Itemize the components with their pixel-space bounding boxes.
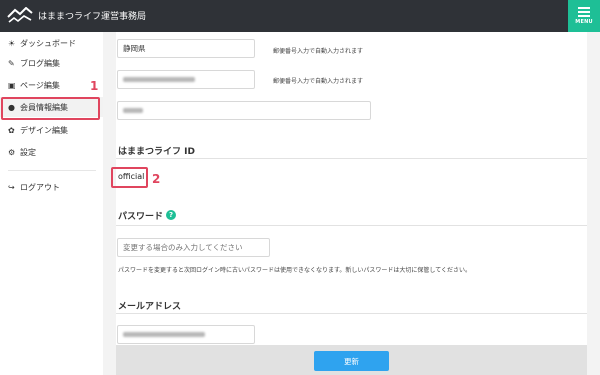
address-autofill-note: 郵便番号入力で自動入力されます bbox=[273, 78, 364, 85]
sidebar-item-label: ダッシュボード bbox=[20, 38, 76, 48]
address-field[interactable] bbox=[117, 101, 371, 120]
pencil-icon: ✎ bbox=[8, 58, 15, 68]
help-icon[interactable]: ? bbox=[166, 210, 176, 220]
redacted-value bbox=[123, 77, 195, 82]
password-input[interactable] bbox=[117, 238, 270, 257]
sidebar: ☀ ダッシュボード ✎ ブログ編集 ▣ ページ編集 ● 会員情報編集 ✿ デザイ… bbox=[0, 32, 103, 375]
sidebar-item-pages[interactable]: ▣ ページ編集 bbox=[0, 75, 103, 95]
top-bar: はままつライフ運営事務局 MENU bbox=[0, 0, 600, 32]
annotation-number-1: 1 bbox=[90, 79, 99, 93]
logout-icon: ↪ bbox=[8, 182, 15, 192]
form-panel: 静岡県 郵便番号入力で自動入力されます 郵便番号入力で自動入力されます はままつ… bbox=[116, 32, 587, 375]
menu-button[interactable]: MENU bbox=[568, 0, 600, 32]
sidebar-item-logout[interactable]: ↪ ログアウト bbox=[0, 177, 103, 197]
sidebar-item-blog[interactable]: ✎ ブログ編集 bbox=[0, 53, 103, 73]
sidebar-item-settings[interactable]: ⚙ 設定 bbox=[0, 142, 103, 162]
postal-autofill-note: 郵便番号入力で自動入力されます bbox=[273, 48, 364, 55]
password-note: パスワードを変更すると次回ログイン時に古いパスワードは使用できなくなります。新し… bbox=[118, 267, 472, 274]
menu-label: MENU bbox=[575, 19, 593, 25]
annotation-number-2: 2 bbox=[152, 172, 161, 186]
update-button[interactable]: 更新 bbox=[314, 351, 389, 371]
highlight-box-member-info bbox=[1, 97, 100, 120]
redacted-value bbox=[123, 332, 205, 337]
section-divider bbox=[116, 158, 587, 159]
redacted-value bbox=[123, 108, 143, 113]
palette-icon: ✿ bbox=[8, 125, 15, 135]
city-field[interactable] bbox=[117, 70, 255, 89]
sidebar-item-design[interactable]: ✿ デザイン編集 bbox=[0, 120, 103, 140]
sidebar-item-label: 設定 bbox=[20, 147, 36, 157]
sidebar-item-label: デザイン編集 bbox=[20, 125, 68, 135]
dashboard-icon: ☀ bbox=[8, 38, 16, 48]
prefecture-value: 静岡県 bbox=[123, 44, 146, 53]
site-logo-icon[interactable] bbox=[6, 6, 34, 25]
sidebar-divider bbox=[8, 170, 96, 171]
gear-icon: ⚙ bbox=[8, 147, 16, 157]
hamburger-icon bbox=[578, 7, 590, 17]
email-field[interactable] bbox=[117, 325, 255, 344]
sidebar-item-label: ブログ編集 bbox=[20, 58, 60, 68]
main-content: 静岡県 郵便番号入力で自動入力されます 郵便番号入力で自動入力されます はままつ… bbox=[103, 32, 600, 375]
password-heading: パスワード bbox=[118, 212, 164, 222]
prefecture-field[interactable]: 静岡県 bbox=[117, 39, 255, 58]
email-heading: メールアドレス bbox=[118, 302, 182, 312]
sidebar-item-dashboard[interactable]: ☀ ダッシュボード bbox=[0, 33, 103, 53]
sidebar-item-label: ページ編集 bbox=[20, 80, 60, 90]
highlight-box-id bbox=[111, 167, 148, 188]
sidebar-item-label: ログアウト bbox=[20, 182, 60, 192]
section-divider bbox=[116, 225, 587, 226]
section-divider bbox=[116, 313, 587, 314]
site-title[interactable]: はままつライフ運営事務局 bbox=[38, 9, 146, 22]
id-heading: はままつライフ ID bbox=[118, 147, 195, 157]
pages-icon: ▣ bbox=[8, 80, 16, 90]
